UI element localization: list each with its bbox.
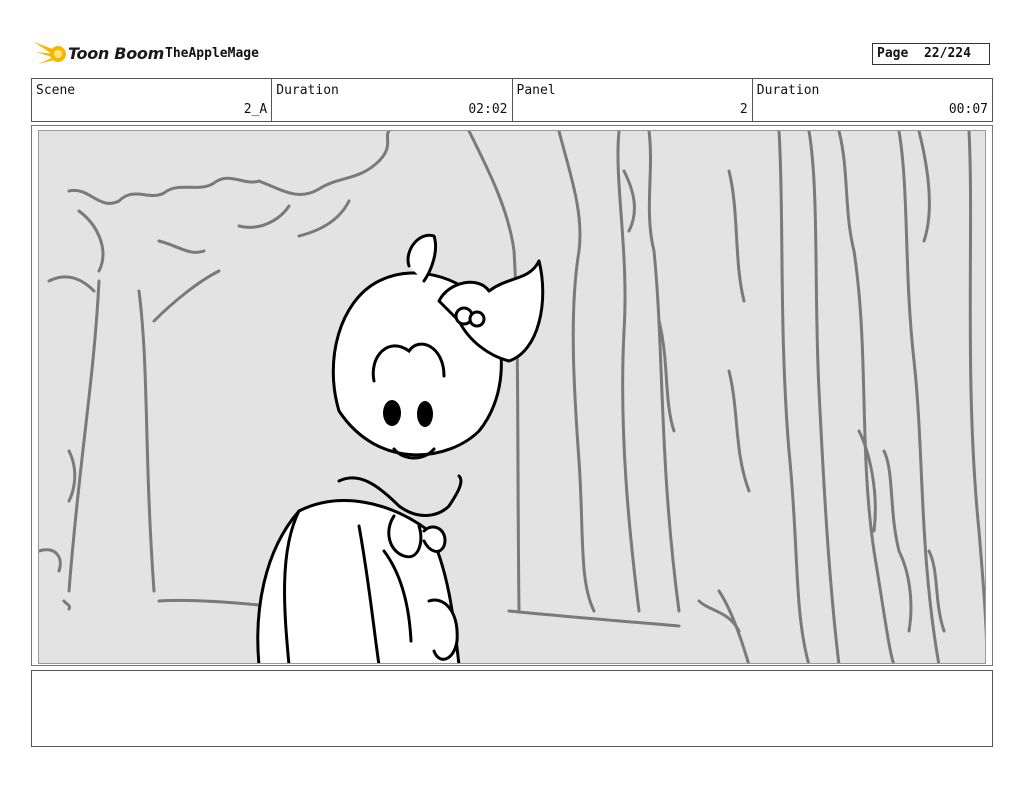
sketch-illustration — [39, 131, 985, 663]
scene-value: 2_A — [243, 102, 268, 117]
scene-label: Scene — [36, 83, 76, 98]
storyboard-drawing — [38, 130, 986, 664]
scene-duration-value: 02:02 — [468, 102, 508, 117]
panel-label: Panel — [516, 83, 556, 98]
panel-duration-value: 00:07 — [948, 102, 988, 117]
project-title: TheAppleMage — [165, 46, 259, 61]
page-number: 22/224 — [923, 46, 971, 61]
scene-duration-cell: Duration 02:02 — [272, 79, 513, 121]
page-indicator: Page 22/224 — [872, 43, 990, 65]
panel-notes — [31, 670, 993, 747]
scene-duration-label: Duration — [276, 83, 339, 98]
panel-info-row: Scene 2_A Duration 02:02 Panel 2 Duratio… — [31, 78, 993, 122]
panel-cell: Panel 2 — [513, 79, 753, 121]
panel-duration-label: Duration — [756, 83, 820, 98]
panel-duration-cell: Duration 00:07 — [753, 79, 992, 121]
panel-value: 2 — [739, 102, 748, 117]
page-label: Page — [877, 46, 909, 61]
scene-cell: Scene 2_A — [32, 79, 273, 121]
brand-name: Toon Boom — [68, 44, 164, 63]
